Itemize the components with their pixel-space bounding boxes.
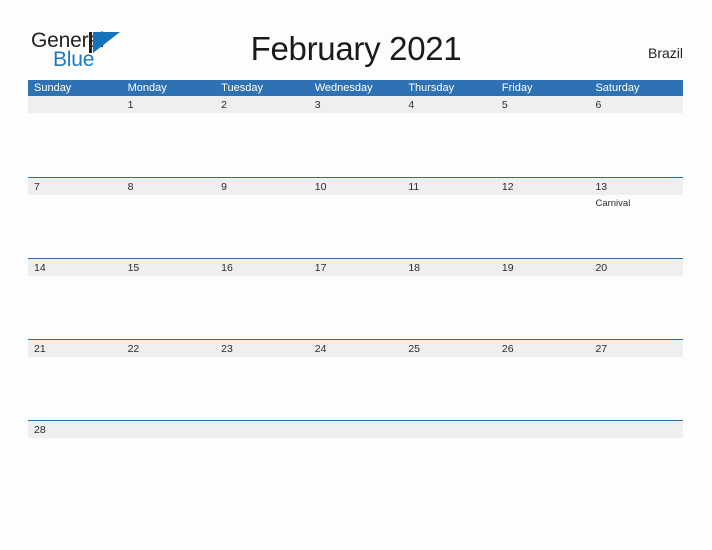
date-number: 15 xyxy=(127,262,140,274)
calendar-week-row: 21 22 23 24 25 26 27 xyxy=(28,339,683,420)
calendar-grid: Sunday Monday Tuesday Wednesday Thursday Frid… xyxy=(28,80,683,440)
date-number: 14 xyxy=(34,262,46,274)
day-cell-7[interactable]: 7 xyxy=(28,178,122,259)
date-number xyxy=(502,423,590,438)
day-cells: 7 8 9 10 11 12 13 Carnival xyxy=(28,178,683,259)
weekday-header-tuesday: Tuesday xyxy=(221,82,263,94)
day-cells: 14 15 16 17 18 19 20 xyxy=(28,259,683,340)
date-number: 17 xyxy=(314,262,327,274)
day-cell-20[interactable]: 20 xyxy=(589,259,683,340)
day-cell-empty xyxy=(28,96,122,177)
day-cell-5[interactable]: 5 xyxy=(496,96,590,177)
day-cell-12[interactable]: 12 xyxy=(496,178,590,259)
weekday-header-saturday: Saturday xyxy=(595,82,640,94)
date-number: 1 xyxy=(127,99,134,111)
day-cell-empty xyxy=(589,421,683,441)
date-number xyxy=(408,423,496,438)
day-cell-24[interactable]: 24 xyxy=(309,340,403,421)
day-cell-22[interactable]: 22 xyxy=(122,340,216,421)
date-number: 6 xyxy=(595,99,602,111)
page-title: February 2021 xyxy=(250,30,462,67)
day-cell-4[interactable]: 4 xyxy=(402,96,496,177)
date-number: 22 xyxy=(127,343,140,355)
weekday-header-thursday: Thursday xyxy=(408,82,455,94)
date-number: 8 xyxy=(127,181,134,193)
date-number: 12 xyxy=(501,181,514,193)
date-number: 13 xyxy=(595,181,608,193)
day-cell-empty xyxy=(309,421,403,441)
date-number: 7 xyxy=(34,181,40,193)
day-cell-21[interactable]: 21 xyxy=(28,340,122,421)
country-label: Brazil xyxy=(647,45,683,61)
date-number: 28 xyxy=(34,424,46,436)
day-events: Carnival xyxy=(595,198,683,210)
date-number xyxy=(128,423,216,438)
date-number: 3 xyxy=(314,99,321,111)
day-cell-25[interactable]: 25 xyxy=(402,340,496,421)
date-number: 16 xyxy=(221,262,233,274)
weekday-header-friday: Friday xyxy=(501,82,533,94)
date-number xyxy=(315,423,403,438)
date-number: 10 xyxy=(314,181,327,193)
calendar-weeks: 1 2 3 4 5 6 7 8 9 10 11 12 13 Carnival 14 15 16 17 18 19 20 2… xyxy=(28,96,683,440)
date-number: 20 xyxy=(595,262,608,274)
date-number xyxy=(595,423,683,438)
day-cell-8[interactable]: 8 xyxy=(122,178,216,259)
date-number: 19 xyxy=(501,262,514,274)
day-cell-6[interactable]: 6 xyxy=(589,96,683,177)
day-cell-17[interactable]: 17 xyxy=(309,259,403,340)
calendar-week-row: 28 xyxy=(28,420,683,440)
date-number: 5 xyxy=(501,99,508,111)
day-cell-3[interactable]: 3 xyxy=(309,96,403,177)
date-number xyxy=(34,98,122,113)
day-cell-28[interactable]: 28 xyxy=(28,421,122,441)
page-header: General Blue February 2021 Brazil xyxy=(0,0,712,78)
date-number: 25 xyxy=(408,343,420,355)
day-cell-empty xyxy=(215,421,309,441)
day-cell-18[interactable]: 18 xyxy=(402,259,496,340)
day-cell-23[interactable]: 23 xyxy=(215,340,309,421)
date-number: 9 xyxy=(221,181,227,193)
day-cell-empty xyxy=(122,421,216,441)
date-number: 11 xyxy=(408,181,420,193)
holiday-event: Carnival xyxy=(595,198,631,209)
date-number: 24 xyxy=(314,343,327,355)
day-cell-2[interactable]: 2 xyxy=(215,96,309,177)
weekday-header-wednesday: Wednesday xyxy=(314,82,373,94)
day-cell-11[interactable]: 11 xyxy=(402,178,496,259)
weekday-header-row: Sunday Monday Tuesday Wednesday Thursday Frid… xyxy=(28,80,683,96)
weekday-header-monday: Monday xyxy=(127,82,167,94)
date-number: 23 xyxy=(221,343,233,355)
calendar-week-row: 14 15 16 17 18 19 20 xyxy=(28,258,683,339)
date-number: 18 xyxy=(408,262,420,274)
day-cell-27[interactable]: 27 xyxy=(589,340,683,421)
date-number: 27 xyxy=(595,343,608,355)
date-number: 26 xyxy=(501,343,514,355)
calendar-week-row: 7 8 9 10 11 12 13 Carnival xyxy=(28,177,683,258)
calendar-page: General Blue February 2021 Brazil Sunday… xyxy=(0,0,712,550)
day-cells: 1 2 3 4 5 6 xyxy=(28,96,683,177)
day-cell-19[interactable]: 19 xyxy=(496,259,590,340)
day-cells: 28 xyxy=(28,421,683,441)
day-cell-empty xyxy=(496,421,590,441)
date-number: 21 xyxy=(34,343,46,355)
calendar-week-row: 1 2 3 4 5 6 xyxy=(28,96,683,177)
day-cell-empty xyxy=(402,421,496,441)
day-cell-13[interactable]: 13 Carnival xyxy=(589,178,683,259)
day-cell-9[interactable]: 9 xyxy=(215,178,309,259)
day-cell-15[interactable]: 15 xyxy=(122,259,216,340)
date-number: 4 xyxy=(408,99,415,111)
day-cell-10[interactable]: 10 xyxy=(309,178,403,259)
day-cell-1[interactable]: 1 xyxy=(122,96,216,177)
date-number xyxy=(221,423,309,438)
day-cells: 21 22 23 24 25 26 27 xyxy=(28,340,683,421)
day-cell-16[interactable]: 16 xyxy=(215,259,309,340)
day-cell-14[interactable]: 14 xyxy=(28,259,122,340)
date-number: 2 xyxy=(221,99,227,111)
day-cell-26[interactable]: 26 xyxy=(496,340,590,421)
weekday-header-sunday: Sunday xyxy=(34,82,72,94)
